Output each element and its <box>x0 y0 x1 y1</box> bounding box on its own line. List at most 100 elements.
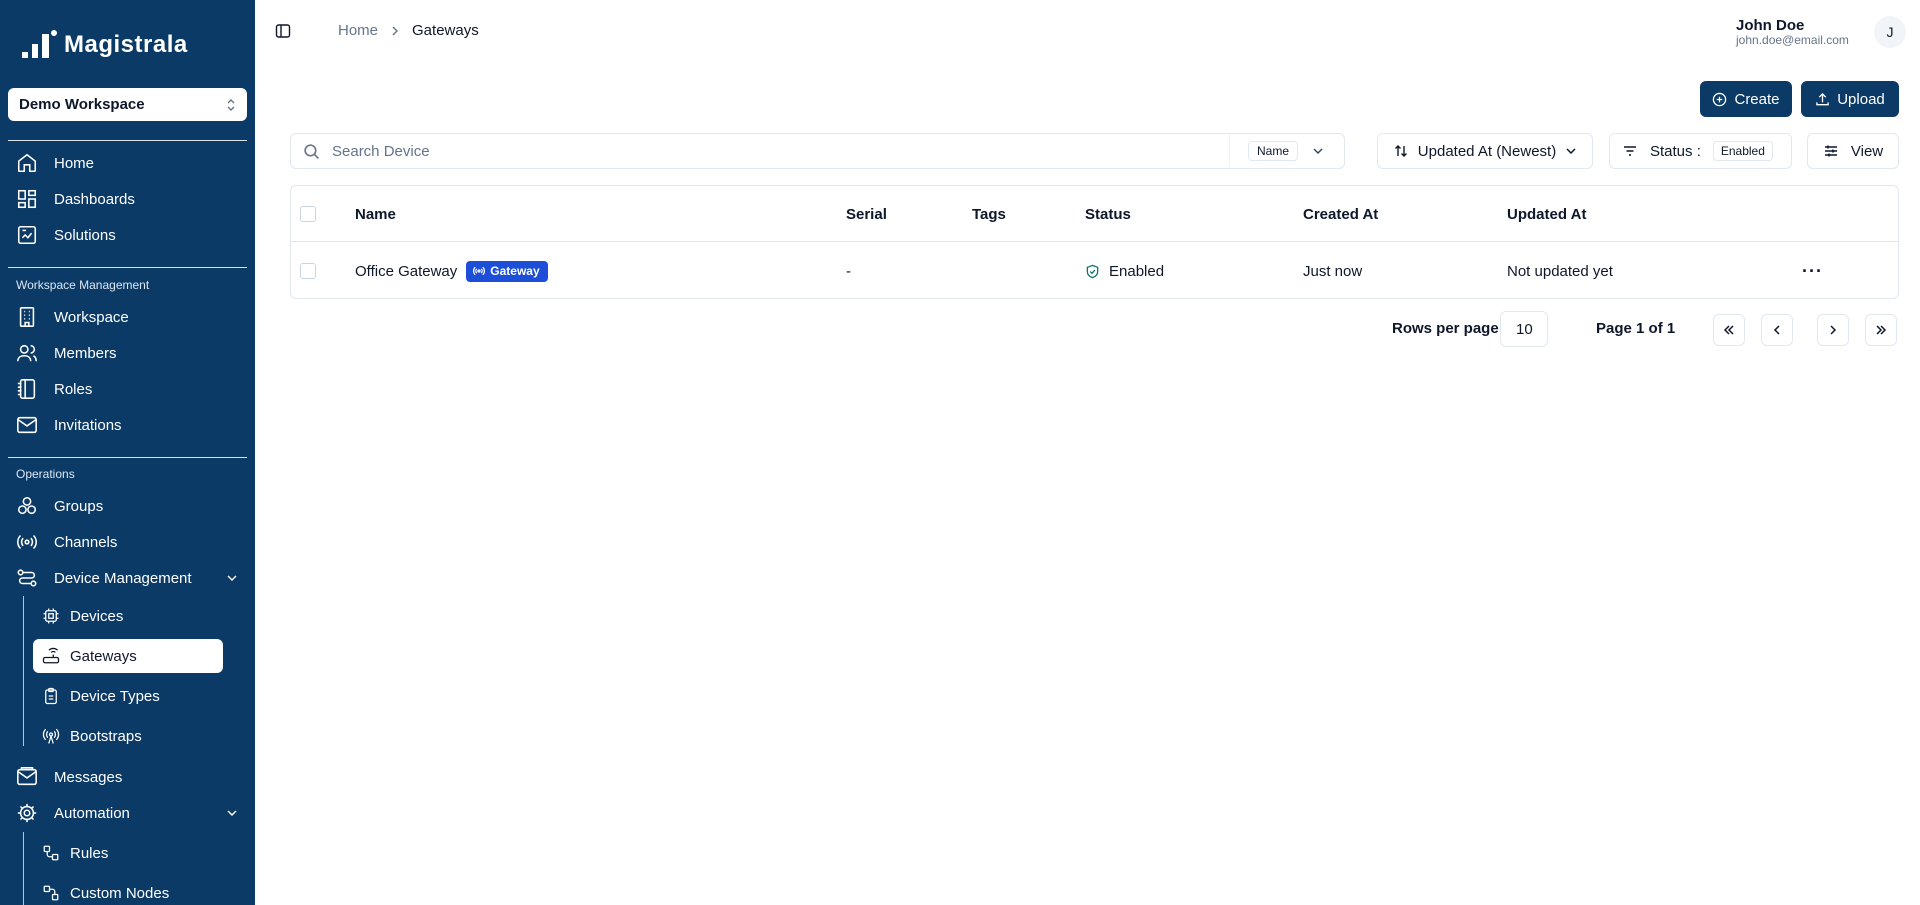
tree-line <box>23 832 24 905</box>
column-header-tags[interactable]: Tags <box>972 186 1006 242</box>
sidebar-item-messages[interactable]: Messages <box>16 763 122 791</box>
sidebar-item-solutions[interactable]: Solutions <box>16 221 116 249</box>
gateway-name[interactable]: Office Gateway <box>355 263 457 280</box>
status-filter-button[interactable]: Status : Enabled <box>1609 133 1792 169</box>
last-page-button[interactable] <box>1865 314 1897 346</box>
sidebar-item-bootstraps[interactable]: Bootstraps <box>33 719 223 753</box>
sidebar-item-workspace[interactable]: Workspace <box>16 303 129 331</box>
sidebar-item-home[interactable]: Home <box>16 149 94 177</box>
view-button-label: View <box>1850 142 1884 160</box>
page-indicator: Page 1 of 1 <box>1596 320 1676 337</box>
sidebar-item-custom-nodes[interactable]: Custom Nodes <box>33 876 223 905</box>
sidebar-item-label: Members <box>54 344 117 362</box>
sidebar-item-devices[interactable]: Devices <box>33 599 223 633</box>
users-icon <box>17 344 37 362</box>
user-info[interactable]: John Doe john.doe@email.com <box>1736 17 1849 47</box>
radio-icon <box>17 534 37 550</box>
previous-page-button[interactable] <box>1761 314 1793 346</box>
create-button[interactable]: Create <box>1700 81 1792 117</box>
divider <box>8 457 247 458</box>
search-input[interactable]: Search Device <box>332 143 1344 160</box>
next-page-button[interactable] <box>1817 314 1849 346</box>
chevron-down-icon[interactable] <box>226 807 238 819</box>
chevron-down-icon <box>1566 148 1576 155</box>
chevron-down-icon[interactable] <box>226 572 238 584</box>
shield-check-icon <box>1086 264 1099 278</box>
chevron-right-icon <box>1830 325 1837 335</box>
rows-per-page-label: Rows per page <box>1392 320 1499 337</box>
search-field-select[interactable]: Name <box>1229 134 1344 168</box>
chevrons-right-icon <box>1876 325 1887 335</box>
rows-per-page-select[interactable]: 10 <box>1500 311 1548 347</box>
search-icon <box>304 143 319 159</box>
sort-label: Updated At (Newest) <box>1417 142 1557 160</box>
sidebar-item-label: Custom Nodes <box>70 884 170 902</box>
notebook-icon <box>17 379 36 399</box>
chevron-down-icon <box>1313 148 1323 154</box>
column-header-updated-at[interactable]: Updated At <box>1507 186 1586 242</box>
breadcrumb-home[interactable]: Home <box>338 22 378 39</box>
group-label-workspace-management: Workspace Management <box>16 278 150 292</box>
sliders-icon <box>1824 145 1837 157</box>
sidebar-item-members[interactable]: Members <box>16 339 117 367</box>
search-field-value: Name <box>1248 141 1299 161</box>
sidebar-item-label: Dashboards <box>54 190 135 208</box>
chevron-left-icon <box>1773 325 1780 335</box>
create-button-label: Create <box>1734 90 1780 108</box>
sidebar-item-groups[interactable]: Groups <box>16 492 103 520</box>
sidebar-item-label: Device Types <box>70 687 160 705</box>
avatar[interactable]: J <box>1874 16 1906 48</box>
column-header-name[interactable]: Name <box>355 186 396 242</box>
router-icon <box>42 647 60 664</box>
sidebar-item-gateways[interactable]: Gateways <box>33 639 223 673</box>
divider <box>8 267 247 268</box>
sidebar-item-label: Rules <box>70 844 109 862</box>
sidebar-item-label: Devices <box>70 607 124 625</box>
brand-logo[interactable]: Magistrala <box>22 30 188 60</box>
sidebar-item-label: Invitations <box>54 416 122 434</box>
sidebar-item-rules[interactable]: Rules <box>33 836 223 870</box>
status-text: Enabled <box>1109 262 1165 280</box>
cell-updated-at: Not updated yet <box>1507 262 1613 280</box>
select-all-checkbox[interactable] <box>300 186 316 242</box>
home-icon <box>17 153 37 173</box>
breadcrumb: Home Gateways <box>338 22 479 39</box>
upload-icon <box>1816 92 1829 105</box>
table-row[interactable]: Office Gateway Gateway - Enabled Just no… <box>291 243 1898 299</box>
sidebar-item-channels[interactable]: Channels <box>16 528 117 556</box>
sidebar-item-device-types[interactable]: Device Types <box>33 679 223 713</box>
sidebar-item-device-management[interactable]: Device Management <box>16 564 192 592</box>
sidebar-item-invitations[interactable]: Invitations <box>16 411 122 439</box>
sidebar-item-roles[interactable]: Roles <box>16 375 92 403</box>
user-name: John Doe <box>1736 17 1805 34</box>
sort-button[interactable]: Updated At (Newest) <box>1377 133 1593 169</box>
sidebar-toggle-icon[interactable] <box>275 23 291 39</box>
upload-button-label: Upload <box>1837 90 1885 108</box>
column-header-created-at[interactable]: Created At <box>1303 186 1378 242</box>
group-label-operations: Operations <box>16 467 75 481</box>
type-badge: Gateway <box>466 260 548 282</box>
radio-icon <box>473 266 486 276</box>
sidebar-item-label: Roles <box>54 380 93 398</box>
view-button[interactable]: View <box>1807 133 1899 169</box>
workspace-selector[interactable]: Demo Workspace <box>8 88 247 121</box>
sidebar-item-label: Workspace <box>54 308 129 326</box>
column-header-serial[interactable]: Serial <box>846 186 887 242</box>
upload-button[interactable]: Upload <box>1801 81 1899 117</box>
sidebar-item-dashboards[interactable]: Dashboards <box>16 185 135 213</box>
sidebar-item-automation[interactable]: Automation <box>16 799 130 827</box>
dashboard-icon <box>17 189 37 209</box>
sidebar-item-label: Automation <box>54 804 130 822</box>
gateways-table: Name Serial Tags Status Created At Updat… <box>290 185 1899 299</box>
chevrons-up-down-icon <box>226 98 236 112</box>
first-page-button[interactable] <box>1713 314 1745 346</box>
chevrons-left-icon <box>1723 325 1734 335</box>
cell-created-at: Just now <box>1303 262 1363 280</box>
sidebar-item-label: Bootstraps <box>70 727 142 745</box>
row-actions-button[interactable]: ··· <box>1802 243 1823 299</box>
row-checkbox[interactable] <box>300 243 316 299</box>
nodes-icon <box>43 885 59 901</box>
cpu-icon <box>43 608 59 624</box>
filter-icon <box>1624 146 1636 156</box>
column-header-status[interactable]: Status <box>1085 186 1131 242</box>
